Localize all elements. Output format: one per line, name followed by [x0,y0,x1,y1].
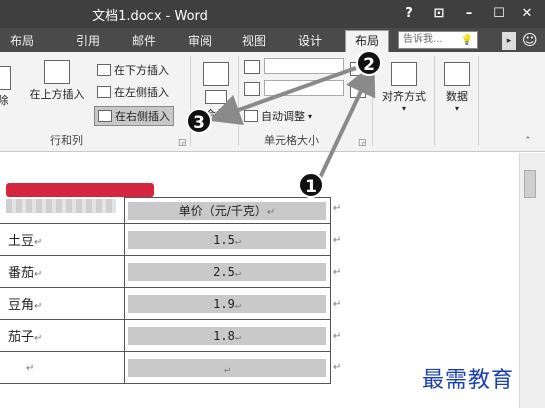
insert-above-button[interactable]: 在上方插入 [26,60,88,102]
table-row: 番茄↵ 2.5↵ [0,255,331,288]
insert-below-button[interactable]: 在下方插入 [97,62,169,78]
delete-button[interactable]: 除 [0,66,12,108]
group-divider [478,56,479,146]
split-cells-icon [205,90,227,104]
autofit-button[interactable]: 自动调整 ▾ [244,108,312,124]
callout-badge: 1 [298,172,324,198]
table-cell[interactable]: 茄子↵ [0,319,125,352]
ribbon-tabs: 布局 引用 邮件 审阅 视图 设计 布局 告诉我... 💡 ▸ ☺ [0,28,545,52]
ribbon-display-options-button[interactable]: ⊡ [426,3,452,25]
help-button[interactable]: ? [396,3,422,25]
table-row: 茄子↵ 1.8↵ [0,319,331,352]
callout-badge: 3 [186,108,212,134]
close-button[interactable]: ✕ [514,3,540,25]
table-cell[interactable]: 1.5↵ [123,223,331,256]
rows-columns-launcher-icon[interactable]: ◲ [178,138,187,148]
table-cell[interactable]: 1.8↵ [123,319,331,352]
insert-left-button[interactable]: 在左侧插入 [97,84,169,100]
chevron-down-icon: ▾ [454,104,459,113]
group-divider [238,56,239,146]
row-end-mark: ↵ [333,299,342,310]
data-icon [444,62,470,86]
window-title: 文档1.docx - Word [92,9,208,24]
chevron-down-icon: ▾ [308,111,313,121]
table-cell[interactable]: ↵ [123,351,331,384]
autofit-icon [244,110,258,122]
delete-table-icon [0,66,11,90]
scrollbar-thumb[interactable] [524,170,536,198]
table-cell[interactable]: 2.5↵ [123,255,331,288]
tab-table-layout[interactable]: 布局 [345,30,389,52]
table-cell[interactable]: 1.9↵ [123,287,331,320]
row-height-field[interactable] [264,58,344,74]
table-cell[interactable]: 番茄↵ [0,255,125,288]
merge-cells-icon [203,62,229,86]
tab-review[interactable]: 审阅 [188,32,212,49]
title-bar: 文档1.docx - Word ? ⊡ – ☐ ✕ [0,0,545,28]
column-width-field[interactable] [264,80,344,96]
table-cell[interactable]: 土豆↵ [0,223,125,256]
cell-size-launcher-icon[interactable]: ◲ [358,138,367,148]
distribute-columns-icon[interactable] [350,84,366,98]
table-row: 单价（元/千克）↵ [0,197,331,224]
table-row: 土豆↵ 1.5↵ [0,223,331,256]
row-end-mark: ↵ [333,235,342,246]
row-end-mark: ↵ [333,267,342,278]
tab-table-design[interactable]: 设计 [298,32,322,49]
watermark-text: 最需教育 [422,368,515,393]
alignment-button[interactable]: 对齐方式 ▾ [376,62,432,113]
collapse-ribbon-icon[interactable]: ⌃ [524,136,532,146]
row-height-icon [244,60,260,74]
table-cell[interactable]: 豆角↵ [0,287,125,320]
table-cell[interactable]: ↵ [0,351,125,384]
tab-references[interactable]: 引用 [76,32,100,49]
chevron-down-icon: ▾ [401,104,406,113]
more-tabs-icon[interactable]: ▸ [502,32,516,50]
group-divider [434,56,435,146]
column-width-icon [244,82,260,96]
tab-layout-page[interactable]: 布局 [10,32,34,49]
insert-row-below-icon [97,64,111,76]
insert-column-right-icon [98,110,112,122]
user-icon[interactable]: ☺ [522,31,538,49]
row-end-mark: ↵ [333,331,342,342]
minimize-button[interactable]: – [456,3,482,25]
column-header-price: 单价（元/千克）↵ [128,201,326,220]
group-divider [190,56,191,146]
insert-right-button[interactable]: 在右侧插入 [94,106,174,126]
data-table[interactable]: 单价（元/千克）↵ 土豆↵ 1.5↵ 番茄↵ 2.5↵ 豆角↵ 1.9↵ 茄子↵… [0,197,331,384]
data-button[interactable]: 数据 ▾ [440,62,474,113]
callout-badge: 2 [356,50,382,76]
table-cell[interactable]: 单价（元/千克）↵ [123,197,331,224]
tab-mailings[interactable]: 邮件 [132,32,156,49]
table-row: 豆角↵ 1.9↵ [0,287,331,320]
table-row: ↵ ↵ [0,351,331,384]
tab-view[interactable]: 视图 [242,32,266,49]
row-end-mark: ↵ [333,203,342,214]
table-cell[interactable] [0,197,125,224]
insert-column-left-icon [97,86,111,98]
row-end-mark: ↵ [333,362,342,373]
group-label-cell-size: 单元格大小 [264,134,319,147]
insert-row-above-icon [44,60,70,84]
redacted-heading [6,183,154,197]
group-label-rows-columns: 行和列 [50,134,83,147]
tell-me-input[interactable]: 告诉我... 💡 [398,31,478,49]
alignment-icon [391,62,417,86]
maximize-button[interactable]: ☐ [486,3,512,25]
lightbulb-icon: 💡 [460,35,473,46]
ribbon-panel: 除 在上方插入 在下方插入 在左侧插入 在右侧插入 行和列 ◲ 合并 自动调整 … [0,52,545,152]
